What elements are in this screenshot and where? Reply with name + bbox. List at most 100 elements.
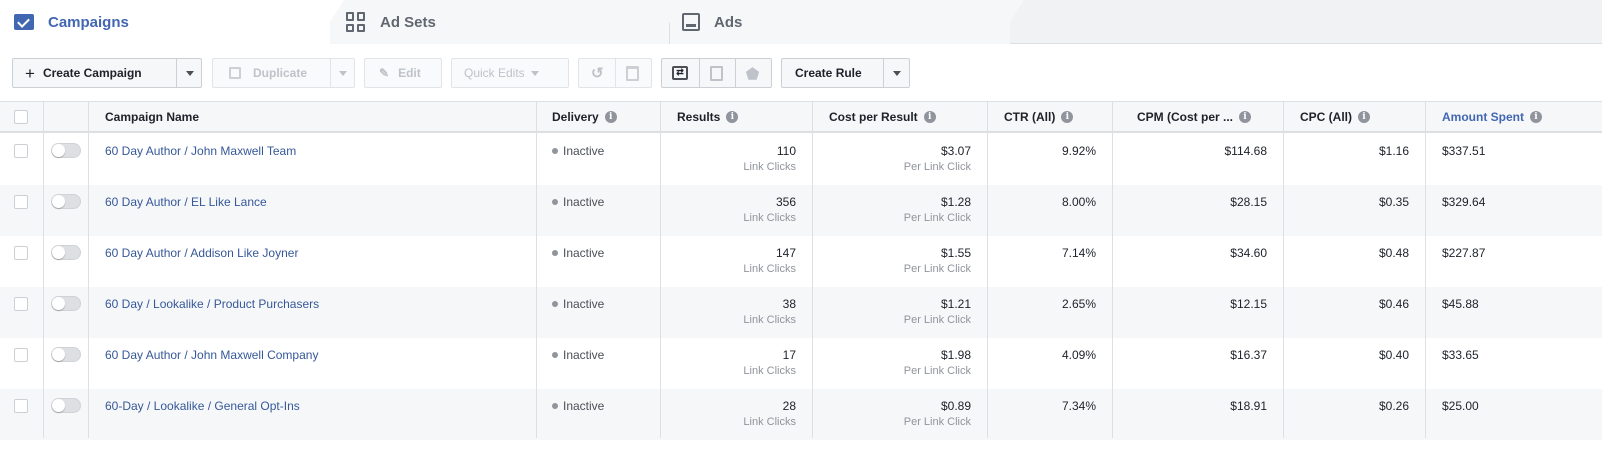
plus-icon: + (25, 63, 35, 83)
column-header-label: CTR (All) (1004, 110, 1056, 124)
column-divider[interactable] (1425, 101, 1426, 438)
ctr-value: 8.00% (1061, 195, 1096, 209)
chevron-down-icon[interactable] (893, 70, 901, 76)
info-icon[interactable]: i (1239, 111, 1252, 123)
cpc-value: $0.48 (1378, 246, 1409, 260)
column-header-label: Cost per Result (829, 110, 918, 124)
create-rule-button[interactable]: Create Rule (781, 58, 910, 88)
ctr-value: 2.65% (1061, 297, 1096, 311)
campaign-name-link[interactable]: 60-Day / Lookalike / General Opt-Ins (105, 399, 300, 413)
campaign-toggle[interactable] (51, 143, 81, 158)
tab-ad-sets-label: Ad Sets (380, 13, 436, 31)
campaign-name-link[interactable]: 60 Day Author / EL Like Lance (105, 195, 267, 209)
ctr-value: 7.34% (1061, 399, 1096, 413)
delivery-status-text: Inactive (563, 297, 605, 311)
tab-ad-sets[interactable]: Ad Sets (330, 0, 670, 44)
results-value: 38 (782, 297, 796, 311)
table-row[interactable]: 60-Day / Lookalike / General Opt-Ins Ina… (0, 389, 1602, 440)
status-dot-icon (552, 403, 558, 409)
button-divider (735, 59, 736, 87)
pencil-icon: ✎ (379, 66, 390, 80)
chevron-down-icon[interactable] (339, 70, 347, 76)
quick-edits-label: Quick Edits (464, 66, 525, 80)
campaign-name-link[interactable]: 60 Day Author / John Maxwell Company (105, 348, 318, 362)
duplicate-button[interactable]: Duplicate (212, 58, 355, 88)
column-divider[interactable] (812, 101, 813, 438)
column-header-label: Amount Spent (1442, 110, 1524, 124)
campaign-toggle[interactable] (51, 347, 81, 362)
table-row[interactable]: 60 Day / Lookalike / Product Purchasers … (0, 287, 1602, 338)
cpm-value: $34.60 (1230, 246, 1267, 260)
info-icon[interactable]: i (604, 111, 617, 123)
column-header-delivery[interactable]: Delivery i (552, 110, 617, 124)
campaign-name-link[interactable]: 60 Day / Lookalike / Product Purchasers (105, 297, 319, 311)
info-icon[interactable]: i (923, 111, 936, 123)
button-divider (699, 59, 700, 87)
info-icon[interactable]: i (1530, 111, 1542, 123)
table-row[interactable]: 60 Day Author / Addison Like Joyner Inac… (0, 236, 1602, 287)
select-all-checkbox[interactable] (14, 110, 28, 124)
table-row[interactable]: 60 Day Author / John Maxwell Company Ina… (0, 338, 1602, 389)
delivery-status-text: Inactive (563, 246, 605, 260)
campaign-toggle[interactable] (51, 398, 81, 413)
column-divider[interactable] (987, 101, 988, 438)
row-checkbox[interactable] (14, 297, 28, 311)
edit-button[interactable]: ✎ Edit (364, 58, 442, 88)
campaign-toggle[interactable] (51, 296, 81, 311)
info-icon[interactable]: i (726, 111, 739, 123)
delivery-status: Inactive (552, 144, 604, 158)
column-divider[interactable] (1112, 101, 1113, 438)
status-dot-icon (552, 199, 558, 205)
export-icon[interactable]: ⇄ (672, 66, 688, 80)
info-icon[interactable]: i (1358, 111, 1370, 123)
create-campaign-label: Create Campaign (42, 66, 142, 80)
column-header-campaign-name[interactable]: Campaign Name (105, 110, 199, 124)
cpm-value: $16.37 (1230, 348, 1267, 362)
cost-per-result-type: Per Link Click (903, 416, 971, 428)
edit-label: Edit (398, 66, 421, 80)
campaign-name-link[interactable]: 60 Day Author / John Maxwell Team (105, 144, 296, 158)
column-header-cpm[interactable]: CPM (Cost per ... i (1137, 110, 1252, 124)
campaign-name-link[interactable]: 60 Day Author / Addison Like Joyner (105, 246, 298, 260)
create-campaign-button[interactable]: + Create Campaign (12, 58, 202, 88)
report-icon[interactable] (710, 66, 723, 81)
column-divider[interactable] (536, 101, 537, 438)
cost-per-result-value: $0.89 (940, 399, 971, 413)
button-divider (883, 59, 884, 87)
revert-icon[interactable]: ↺ (591, 64, 604, 82)
delivery-status-text: Inactive (563, 399, 605, 413)
chevron-down-icon[interactable] (186, 70, 194, 76)
row-checkbox[interactable] (14, 246, 28, 260)
row-checkbox[interactable] (14, 195, 28, 209)
campaign-toggle[interactable] (51, 245, 81, 260)
row-checkbox[interactable] (14, 399, 28, 413)
tag-icon[interactable]: ⬟ (746, 65, 759, 83)
amount-spent-value: $45.88 (1442, 297, 1479, 311)
tab-ads-label: Ads (714, 13, 743, 31)
cpm-value: $28.15 (1230, 195, 1267, 209)
ctr-value: 7.14% (1061, 246, 1096, 260)
trash-icon[interactable] (626, 66, 639, 81)
column-header-cost-per-result[interactable]: Cost per Result i (829, 110, 936, 124)
status-dot-icon (552, 352, 558, 358)
checkbox-icon (14, 14, 34, 30)
column-header-results[interactable]: Results i (677, 110, 739, 124)
row-checkbox[interactable] (14, 144, 28, 158)
column-header-amount-spent[interactable]: Amount Spent i (1442, 110, 1542, 124)
campaign-toggle[interactable] (51, 194, 81, 209)
column-header-ctr[interactable]: CTR (All) i (1004, 110, 1074, 124)
tab-ads[interactable]: Ads (670, 0, 1010, 44)
column-divider[interactable] (1283, 101, 1284, 438)
delivery-status-text: Inactive (563, 195, 605, 209)
quick-edits-button[interactable]: Quick Edits (451, 58, 569, 88)
results-type: Link Clicks (743, 365, 796, 377)
cost-per-result-type: Per Link Click (903, 314, 971, 326)
table-row[interactable]: 60 Day Author / EL Like Lance Inactive 3… (0, 185, 1602, 236)
row-checkbox[interactable] (14, 348, 28, 362)
table-row[interactable]: 60 Day Author / John Maxwell Team Inacti… (0, 134, 1602, 185)
tab-campaigns[interactable]: Campaigns (0, 0, 330, 44)
info-icon[interactable]: i (1061, 111, 1074, 123)
column-divider[interactable] (660, 101, 661, 438)
results-type: Link Clicks (743, 314, 796, 326)
column-header-cpc[interactable]: CPC (All) i (1300, 110, 1370, 124)
